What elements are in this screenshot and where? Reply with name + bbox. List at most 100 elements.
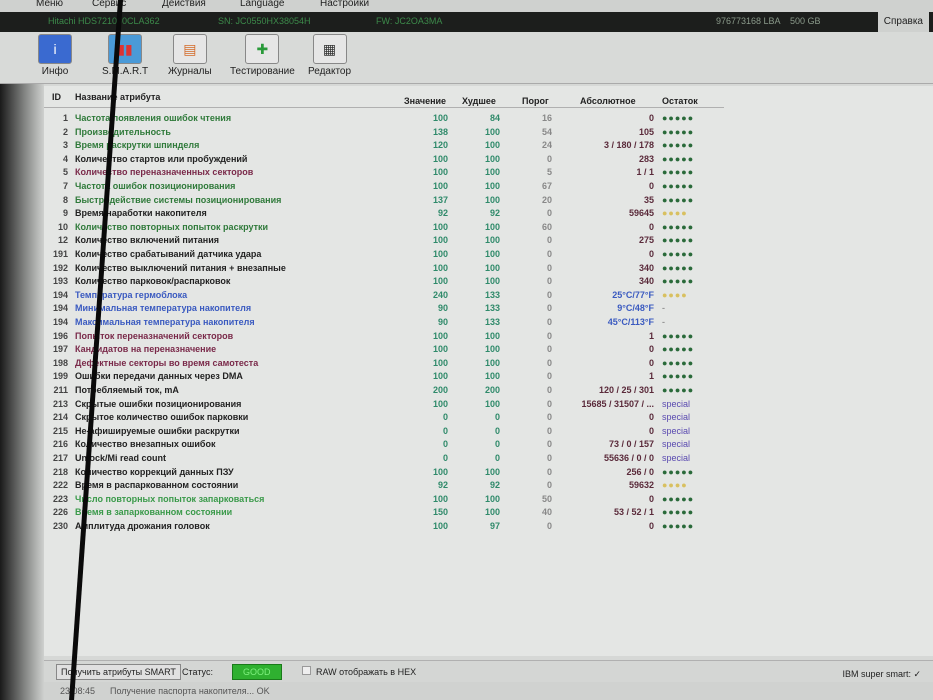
tab-smart[interactable]: ▮▮ S.M.A.R.T (102, 34, 148, 77)
attr-value: 240 (432, 289, 448, 300)
menu-language[interactable]: Language (240, 0, 285, 9)
table-row[interactable]: 194 Температура гермоблока 240 133 0 25°C/77°… (44, 289, 724, 303)
table-row[interactable]: 215 Не-афишируемые ошибки раскрутки 0 0 0 0 sp… (44, 425, 724, 439)
attr-health: special (662, 439, 691, 450)
attr-name: Количество коррекций данных ПЗУ (75, 466, 234, 477)
table-row[interactable]: 230 Амплитуда дрожания головок 100 97 0 0 ●●●●… (44, 520, 724, 534)
attr-worst: 100 (484, 493, 500, 504)
attr-threshold: 0 (546, 249, 552, 259)
attr-raw: 256 / 0 (626, 466, 654, 477)
table-row[interactable]: 194 Минимальная температура накопителя 90 1… (44, 302, 724, 316)
attr-raw: 55636 / 0 / 0 (603, 453, 654, 463)
tab-editor[interactable]: ▦ Редактор (308, 34, 351, 77)
table-row[interactable]: 196 Попыток переназначений секторов 100 100… (44, 330, 724, 344)
table-row[interactable]: 8 Быстродействие системы позиционирования… (44, 194, 724, 208)
table-row[interactable]: 218 Количество коррекций данных ПЗУ 100 100… (44, 466, 724, 480)
attr-threshold: 60 (541, 221, 552, 232)
attr-id: 191 (52, 249, 68, 259)
attr-raw: 340 (638, 276, 654, 287)
col-name[interactable]: Название атрибута (75, 92, 160, 102)
attr-threshold: 20 (541, 194, 552, 205)
attr-worst: 100 (484, 153, 500, 164)
col-worst[interactable]: Худшее (462, 96, 496, 106)
drive-info-bar: Hitachi HDS721050CLA362 SN: JC0550HX3805… (0, 12, 933, 32)
table-row[interactable]: 222 Время в распаркованном состоянии 92 92 0… (44, 479, 724, 493)
table-row[interactable]: 194 Максимальная температура накопителя 90… (44, 316, 724, 330)
table-row[interactable]: 217 Unlock/Mi read count 0 0 0 55636 / 0 / 0s… (44, 452, 724, 466)
col-value[interactable]: Значение (404, 96, 446, 106)
toolbar: i Инфо ▮▮ S.M.A.R.T ▤ Журналы ✚ Тестирование… (0, 32, 933, 84)
menu-main[interactable]: Меню (36, 0, 63, 9)
table-row[interactable]: 197 Кандидатов на переназначение 100 100 0 0 ●… (44, 343, 724, 357)
table-row[interactable]: 214 Скрытое количество ошибок парковки 0 0 0… (44, 411, 724, 425)
attr-value: 137 (432, 194, 448, 205)
attr-name: Время в запаркованном состоянии (75, 507, 233, 518)
attr-health: ●●●●● (662, 194, 695, 205)
drive-model[interactable]: Hitachi HDS721050CLA362 (48, 16, 160, 26)
attr-name: Дефектные секторы во время самотеста (75, 357, 259, 368)
attr-value: 100 (432, 167, 448, 178)
raw-hex-checkbox[interactable] (302, 666, 311, 675)
attr-id: 4 (62, 153, 68, 164)
attr-value: 138 (432, 126, 448, 137)
attr-health: ●●●●● (662, 357, 695, 368)
test-icon: ✚ (245, 34, 280, 64)
table-row[interactable]: 199 Ошибки передачи данных через DMA 100 10… (44, 370, 724, 384)
attr-raw: 275 (638, 235, 654, 246)
attr-health: - (662, 303, 666, 314)
log-message: Получение паспорта накопителя... OK (110, 686, 270, 696)
table-row[interactable]: 4 Количество стартов или пробуждений 100 10… (44, 153, 724, 167)
table-row[interactable]: 191 Количество срабатываний датчика удара… (44, 248, 724, 262)
attr-health: ●●●●● (662, 521, 695, 531)
attr-worst: 100 (484, 330, 500, 341)
attr-threshold: 0 (546, 235, 552, 246)
table-row[interactable]: 1 Частота появления ошибок чтения 100 84 16 0… (44, 112, 724, 126)
attr-value: 92 (437, 208, 448, 219)
tab-info[interactable]: i Инфо (38, 34, 72, 77)
table-row[interactable]: 10 Количество повторных попыток раскрутки… (44, 221, 724, 235)
table-row[interactable]: 226 Время в запаркованном состоянии 150 100… (44, 506, 724, 520)
attr-threshold: 0 (546, 453, 552, 463)
attr-raw: 0 (648, 249, 654, 259)
menu-settings[interactable]: Настройки (320, 0, 369, 9)
attr-health: ●●●●● (662, 493, 695, 504)
attr-threshold: 50 (541, 493, 552, 504)
col-raw[interactable]: Абсолютное (580, 96, 636, 106)
attr-name: Скрытые ошибки позиционирования (75, 398, 242, 409)
attr-threshold: 40 (541, 507, 552, 518)
tab-logs[interactable]: ▤ Журналы (168, 34, 212, 77)
table-row[interactable]: 2 Производительность 138 100 54 105 ●●●●● (44, 126, 724, 140)
table-row[interactable]: 7 Частота ошибок позиционирования 100 100 67… (44, 180, 724, 194)
table-row[interactable]: 192 Количество выключений питания + внеза… (44, 262, 724, 276)
attr-id: 9 (62, 208, 68, 219)
table-row[interactable]: 5 Количество переназначенных секторов 100 1… (44, 166, 724, 180)
attr-value: 100 (432, 113, 448, 123)
attr-threshold: 0 (546, 344, 552, 355)
attr-value: 100 (432, 344, 448, 355)
col-health[interactable]: Остаток (662, 96, 698, 106)
table-row[interactable]: 216 Количество внезапных ошибок 0 0 0 73 / 0 … (44, 438, 724, 452)
menu-help[interactable]: Справка (877, 12, 929, 32)
col-threshold[interactable]: Порог (522, 96, 549, 106)
attr-raw: 45°C/113°F (607, 317, 654, 327)
table-row[interactable]: 211 Потребляемый ток, mA 200 200 0 120 / 25 /… (44, 384, 724, 398)
table-row[interactable]: 213 Скрытые ошибки позиционирования 100 100… (44, 398, 724, 412)
attr-raw: 25°C/77°F (612, 289, 654, 300)
ibm-super-smart-checkbox[interactable]: IBM super smart: ✓ (842, 669, 921, 680)
menu-actions[interactable]: Действия (162, 0, 206, 9)
attr-worst: 100 (484, 235, 500, 246)
attr-worst: 100 (484, 371, 500, 382)
table-row[interactable]: 3 Время раскрутки шпинделя 120 100 24 3 / 180… (44, 139, 724, 153)
attr-worst: 100 (484, 249, 500, 259)
col-id[interactable]: ID (52, 92, 61, 102)
attr-health: ●●●●● (662, 262, 695, 273)
table-row[interactable]: 9 Время наработки накопителя 92 92 0 59645 ●●●… (44, 207, 724, 221)
table-row[interactable]: 223 Число повторных попыток запарковаться… (44, 493, 724, 507)
attr-raw: 0 (648, 221, 654, 232)
table-row[interactable]: 12 Количество включений питания 100 100 0 275… (44, 234, 724, 248)
attr-raw: 35 (643, 194, 654, 205)
attr-health: ●●●●● (662, 466, 695, 477)
table-row[interactable]: 198 Дефектные секторы во время самотеста 1… (44, 357, 724, 371)
tab-testing[interactable]: ✚ Тестирование (230, 34, 295, 77)
table-row[interactable]: 193 Количество парковок/распарковок 100 100… (44, 275, 724, 289)
